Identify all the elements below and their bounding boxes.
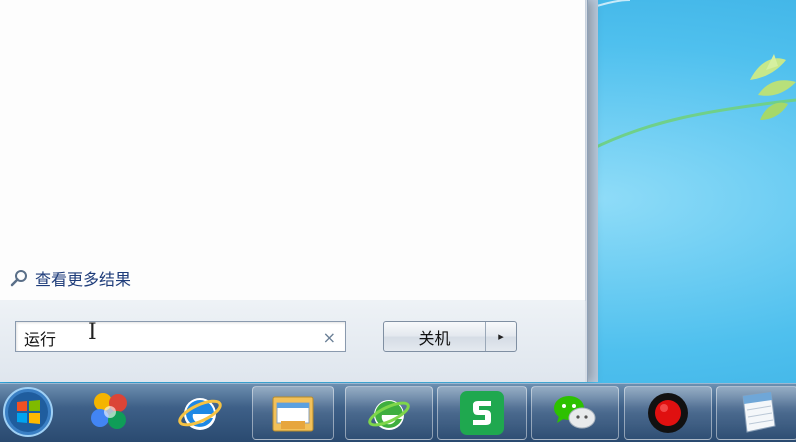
start-menu: 查看更多结果 运行 I × 关机 ▸ (0, 0, 588, 382)
wps-spreadsheet-icon[interactable] (437, 386, 527, 440)
see-more-results-label: 查看更多结果 (35, 270, 132, 289)
see-more-results-link[interactable]: 查看更多结果 (9, 267, 131, 289)
bamboo-wallpaper-art (590, 0, 796, 152)
colorful-app-icon[interactable] (80, 386, 140, 438)
magnifier-icon (10, 270, 27, 287)
internet-explorer-icon[interactable] (166, 386, 234, 438)
search-input-value: 运行 (24, 330, 57, 349)
shutdown-options-arrow-icon[interactable]: ▸ (486, 322, 516, 351)
clear-search-icon[interactable]: × (323, 328, 336, 347)
notepad-icon[interactable] (716, 386, 796, 440)
text-cursor-icon: I (88, 320, 97, 345)
windows-start-orb-icon[interactable] (0, 386, 56, 438)
green-browser-icon[interactable] (345, 386, 433, 440)
shutdown-button-group: 关机 ▸ (383, 321, 517, 352)
search-results-pane (0, 0, 586, 301)
shutdown-button[interactable]: 关机 (384, 322, 486, 351)
wechat-icon[interactable] (531, 386, 619, 440)
record-icon[interactable] (624, 386, 712, 440)
file-explorer-icon[interactable] (252, 386, 334, 440)
start-search-input[interactable]: 运行 I × (15, 320, 346, 352)
